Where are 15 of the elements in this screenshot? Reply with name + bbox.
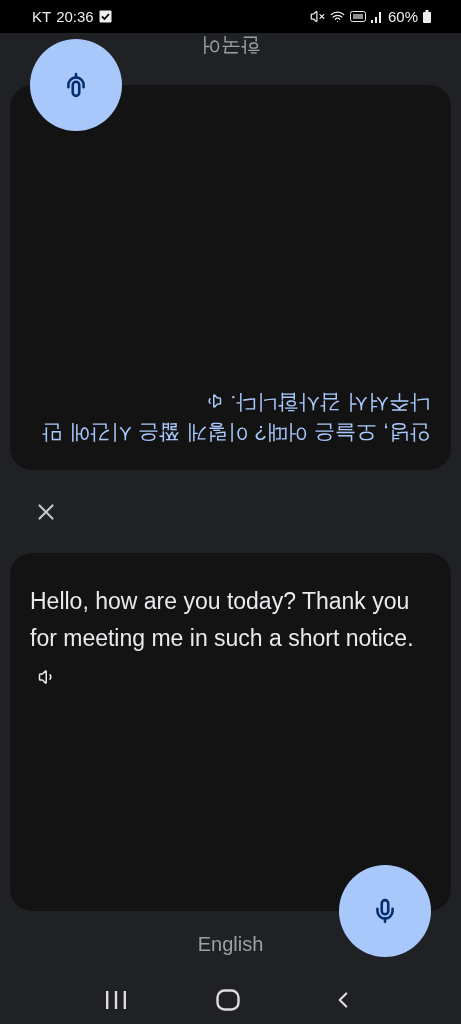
home-button[interactable] (216, 988, 241, 1011)
recent-apps-button[interactable] (104, 989, 127, 1010)
language-label[interactable]: English (197, 933, 264, 956)
language-label[interactable]: 한국어 (200, 32, 261, 59)
signal-icon (370, 10, 383, 23)
hd-icon (349, 11, 366, 22)
wifi-icon (329, 9, 345, 24)
transcript-text: Hello, how are you today? Thank you for meeting me in such a short notice. (30, 583, 431, 694)
battery-percent: 60% (387, 8, 418, 25)
checkbox-notification-icon (98, 10, 112, 23)
mute-icon (309, 9, 325, 24)
carrier-label: KT (32, 8, 52, 25)
clock-time: 20:36 (56, 8, 94, 25)
battery-icon (423, 10, 431, 23)
transcript-text: 안녕, 오늘은 어때? 이렇게 짧은 시간에 만나주셔서 감사합니다. (41, 390, 431, 447)
